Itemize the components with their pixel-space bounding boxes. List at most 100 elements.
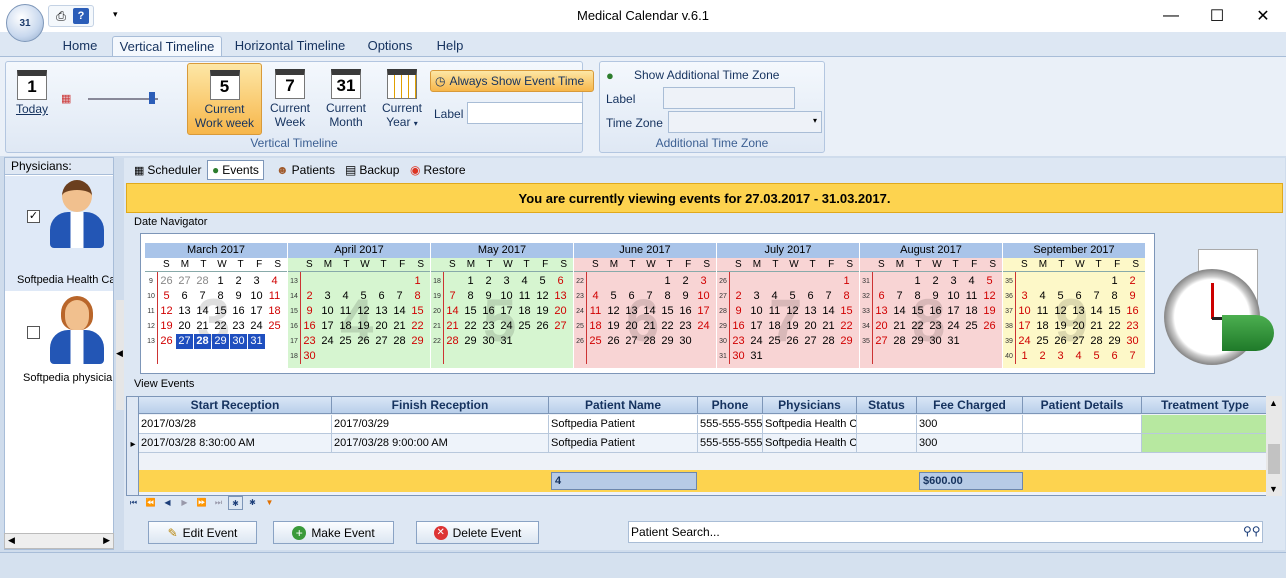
calendar-day[interactable]: 27 — [176, 334, 193, 349]
calendar-day[interactable]: 30 — [677, 334, 694, 349]
calendar-day[interactable]: 27 — [623, 334, 640, 349]
calendar-day[interactable]: 24 — [748, 334, 765, 349]
tz-label-input[interactable] — [663, 87, 795, 109]
physician-2-checkbox[interactable] — [27, 326, 40, 339]
calendar-day[interactable]: 1 — [462, 274, 479, 289]
calendar-day[interactable]: 5 — [981, 274, 998, 289]
calendar-day[interactable]: 7 — [641, 289, 658, 304]
delete-event-button[interactable]: ✕ Delete Event — [416, 521, 539, 544]
calendar-day[interactable]: 28 — [391, 334, 408, 349]
calendar-day[interactable]: 12 — [534, 289, 551, 304]
calendar-day[interactable]: 18 — [963, 304, 980, 319]
calendar-day[interactable]: 8 — [409, 289, 426, 304]
calendar-day[interactable]: 29 — [909, 334, 926, 349]
calendar-day[interactable]: 24 — [319, 334, 336, 349]
calendar-day[interactable]: 17 — [748, 319, 765, 334]
current-work-week-button[interactable]: 5 Current Work week — [187, 63, 262, 135]
calendar-day[interactable]: 2 — [927, 274, 944, 289]
calendar-day[interactable]: 22 — [659, 319, 676, 334]
zoom-slider-thumb[interactable] — [149, 92, 155, 104]
calendar-day[interactable]: 24 — [498, 319, 515, 334]
calendar-day[interactable]: 26 — [534, 319, 551, 334]
calendar-day[interactable]: 12 — [784, 304, 801, 319]
calendar-day[interactable]: 31 — [248, 334, 265, 349]
calendar-day[interactable]: 2 — [301, 289, 318, 304]
subtab-events[interactable]: ● Events — [207, 160, 264, 180]
calendar-day[interactable]: 10 — [1016, 304, 1033, 319]
calendar-day[interactable]: 10 — [319, 304, 336, 319]
calendar-day[interactable]: 25 — [337, 334, 354, 349]
calendar-day[interactable]: 29 — [409, 334, 426, 349]
calendar-day[interactable]: 23 — [730, 334, 747, 349]
calendar-day[interactable]: 4 — [337, 289, 354, 304]
calendar-day[interactable]: 20 — [176, 319, 193, 334]
calendar-day[interactable]: 23 — [677, 319, 694, 334]
calendar-day[interactable]: 13 — [552, 289, 569, 304]
calendar-day[interactable]: 27 — [373, 334, 390, 349]
calendar-day[interactable]: 9 — [1124, 289, 1141, 304]
calendar-day[interactable]: 7 — [391, 289, 408, 304]
first-record-icon[interactable]: ⏮ — [126, 496, 141, 510]
filter-icon[interactable]: ▼ — [262, 496, 277, 510]
calendar-day[interactable]: 21 — [820, 319, 837, 334]
calendar-day[interactable]: 1 — [409, 274, 426, 289]
calendar-day[interactable]: 8 — [212, 289, 229, 304]
make-event-button[interactable]: + Make Event — [273, 521, 394, 544]
calendar-day[interactable]: 30 — [927, 334, 944, 349]
table-cell[interactable]: 300 — [917, 415, 1023, 434]
calendar-day[interactable]: 22 — [462, 319, 479, 334]
calendar-day[interactable]: 10 — [498, 289, 515, 304]
column-header[interactable]: Start Reception — [139, 397, 332, 414]
calendar-day[interactable]: 2 — [480, 274, 497, 289]
physician-card-1[interactable]: ✓ Softpedia Health Ca — [5, 176, 113, 291]
calendar-day[interactable]: 2 — [1124, 274, 1141, 289]
calendar-day[interactable]: 27 — [1070, 334, 1087, 349]
subtab-scheduler[interactable]: ▦ Scheduler — [130, 160, 205, 180]
calendar-day[interactable]: 26 — [158, 274, 175, 289]
calendar-day[interactable]: 9 — [230, 289, 247, 304]
calendar-day[interactable]: 6 — [1070, 289, 1087, 304]
calendar-day[interactable]: 3 — [248, 274, 265, 289]
column-header[interactable]: Status — [857, 397, 917, 414]
calendar-day[interactable]: 29 — [212, 334, 229, 349]
calendar-day[interactable]: 26 — [158, 334, 175, 349]
calendar-day[interactable]: 6 — [623, 289, 640, 304]
calendar-day[interactable]: 15 — [462, 304, 479, 319]
table-cell[interactable] — [1023, 434, 1142, 453]
calendar-day[interactable]: 23 — [301, 334, 318, 349]
current-year-button[interactable]: Current Year ▾ — [376, 63, 428, 135]
calendar-day[interactable]: 16 — [677, 304, 694, 319]
calendar-day[interactable]: 25 — [587, 334, 604, 349]
edit-record-icon[interactable]: ✱ — [245, 496, 260, 510]
table-cell[interactable] — [1142, 434, 1269, 453]
table-cell[interactable]: Softpedia Health C — [763, 434, 857, 453]
calendar-day[interactable]: 22 — [212, 319, 229, 334]
calendar-day[interactable]: 28 — [820, 334, 837, 349]
calendar-day[interactable]: 1 — [659, 274, 676, 289]
calendar-day[interactable]: 7 — [1088, 289, 1105, 304]
calendar-day[interactable]: 24 — [248, 319, 265, 334]
calendar-day[interactable]: 13 — [802, 304, 819, 319]
prev-page-icon[interactable]: ⏪ — [143, 496, 158, 510]
calendar-day[interactable]: 29 — [659, 334, 676, 349]
calendar-day[interactable]: 11 — [963, 289, 980, 304]
calendar-day[interactable]: 15 — [212, 304, 229, 319]
calendar-day[interactable]: 30 — [480, 334, 497, 349]
calendar-day[interactable]: 19 — [784, 319, 801, 334]
calendar-day[interactable]: 20 — [1070, 319, 1087, 334]
calendar-day[interactable]: 21 — [641, 319, 658, 334]
calendar-day[interactable]: 14 — [444, 304, 461, 319]
calendar-day[interactable]: 29 — [462, 334, 479, 349]
subtab-backup[interactable]: ▤ Backup — [341, 160, 403, 180]
table-cell[interactable] — [857, 415, 917, 434]
calendar-day[interactable]: 27 — [802, 334, 819, 349]
calendar-day[interactable]: 5 — [534, 274, 551, 289]
table-cell[interactable] — [857, 434, 917, 453]
calendar-day[interactable]: 23 — [1124, 319, 1141, 334]
calendar-day[interactable]: 26 — [1052, 334, 1069, 349]
calendar-day[interactable]: 30 — [730, 349, 747, 364]
table-cell[interactable] — [1023, 415, 1142, 434]
column-header[interactable]: Patient Name — [549, 397, 698, 414]
calendar-day[interactable]: 22 — [909, 319, 926, 334]
calendar-day[interactable]: 16 — [230, 304, 247, 319]
